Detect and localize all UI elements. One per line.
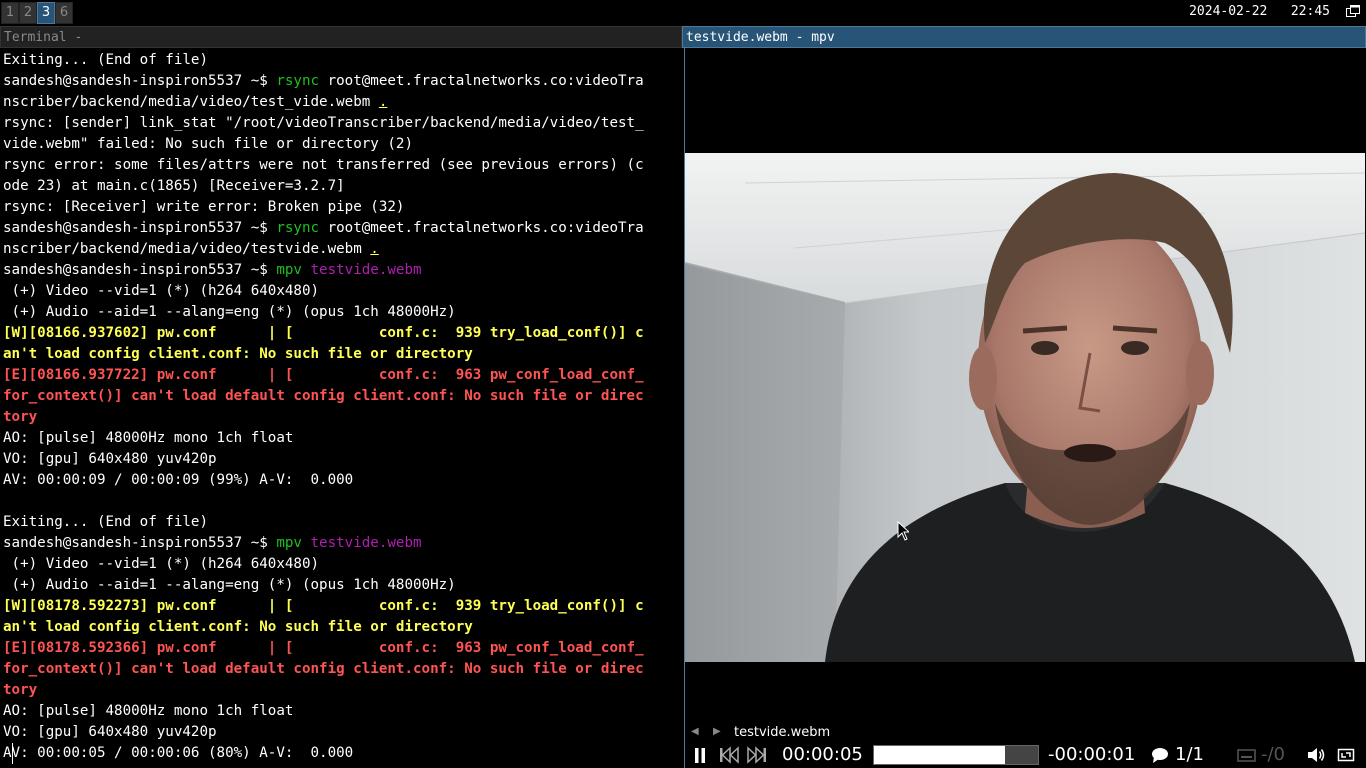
time-current[interactable]: 00:00:05 — [782, 743, 863, 767]
playlist-next-icon[interactable]: ▶ — [713, 726, 721, 737]
command-text: rsync — [276, 73, 320, 89]
terminal-line: sandesh@sandesh-inspiron5537 ~$ mpv test… — [3, 533, 679, 554]
seek-bar[interactable] — [873, 745, 1039, 765]
terminal-line: Exiting... (End of file) — [3, 52, 208, 68]
osc-control-bar: 00:00:05 -00:00:01 1/1 -/0 — [685, 743, 1365, 767]
terminal-line: for_context()] can't load default config… — [3, 661, 644, 677]
terminal-window-title[interactable]: Terminal - — [0, 26, 682, 48]
terminal-output: Exiting... (End of file) sandesh@sandesh-… — [3, 50, 679, 764]
terminal-line: VO: [gpu] 640x480 yuv420p — [3, 724, 217, 740]
terminal-line: tory — [3, 409, 38, 425]
clock: 2024-02-22 22:45 — [1189, 4, 1330, 19]
fullscreen-icon[interactable] — [1337, 743, 1355, 767]
command-args: testvide.webm — [301, 535, 422, 551]
terminal-line: Exiting... (End of file) — [3, 514, 208, 530]
terminal-window[interactable]: Exiting... (End of file) sandesh@sandesh-… — [0, 48, 682, 768]
workspace-button-3[interactable]: 3 — [37, 2, 55, 24]
pause-button[interactable] — [693, 743, 707, 767]
path-dot: . — [370, 241, 379, 257]
terminal-line: [E][08178.592366] pw.conf | [ conf.c: 96… — [3, 640, 644, 656]
prompt-text: sandesh@sandesh-inspiron5537 ~$ — [3, 262, 277, 278]
workspace-button-1[interactable]: 1 — [1, 2, 19, 24]
prompt-text: sandesh@sandesh-inspiron5537 ~$ — [3, 220, 277, 236]
command-text: mpv — [276, 535, 302, 551]
terminal-line: AV: 00:00:09 / 00:00:09 (99%) A-V: 0.000 — [3, 472, 354, 488]
terminal-line: nscriber/backend/media/video/testvide.we… — [3, 239, 679, 260]
terminal-line: nscriber/backend/media/video/test_vide.w… — [3, 92, 679, 113]
volume-icon[interactable] — [1307, 743, 1327, 767]
terminal-line: rsync: [Receiver] write error: Broken pi… — [3, 199, 405, 215]
playlist-prev-icon[interactable]: ◀ — [691, 726, 699, 737]
playlist-title: testvide.webm — [734, 725, 831, 740]
command-text: mpv — [276, 262, 302, 278]
terminal-line: (+) Audio --aid=1 --alang=eng (*) (opus … — [3, 577, 456, 593]
window-tray-icon[interactable] — [1346, 5, 1360, 17]
clock-time: 22:45 — [1290, 4, 1330, 19]
terminal-line: rsync: [sender] link_stat "/root/videoTr… — [3, 115, 644, 131]
terminal-line: sandesh@sandesh-inspiron5537 ~$ mpv test… — [3, 260, 679, 281]
terminal-line: tory — [3, 682, 38, 698]
command-args: root@meet.fractalnetworks.co:videoTra — [319, 220, 644, 236]
command-args: nscriber/backend/media/video/test_vide.w… — [3, 94, 379, 110]
text-cursor: A — [3, 743, 13, 764]
mpv-window-title[interactable]: testvide.webm - mpv — [682, 26, 1366, 48]
prompt-text: sandesh@sandesh-inspiron5537 ~$ — [3, 535, 277, 551]
terminal-line: ode 23) at main.c(1865) [Receiver=3.2.7] — [3, 178, 345, 194]
command-args: testvide.webm — [301, 262, 422, 278]
command-text: rsync — [276, 220, 320, 236]
terminal-line: (+) Video --vid=1 (*) (h264 640x480) — [3, 556, 320, 572]
terminal-line: (+) Video --vid=1 (*) (h264 640x480) — [3, 283, 320, 299]
terminal-line: [W][08178.592273] pw.conf | [ conf.c: 93… — [3, 598, 644, 614]
video-frame[interactable] — [685, 153, 1365, 662]
subtitle-icon[interactable] — [1237, 743, 1257, 767]
subtitle-count[interactable]: -/0 — [1261, 743, 1285, 767]
terminal-line: AV: 00:00:05 / 00:00:06 (80%) A-V: 0.000 — [3, 743, 679, 764]
skip-back-button[interactable] — [719, 743, 739, 767]
terminal-line: (+) Audio --aid=1 --alang=eng (*) (opus … — [3, 304, 456, 320]
command-args: nscriber/backend/media/video/testvide.we… — [3, 241, 371, 257]
terminal-line: rsync error: some files/attrs were not t… — [3, 157, 644, 173]
mouse-pointer-icon — [897, 521, 909, 541]
time-remaining[interactable]: -00:00:01 — [1048, 743, 1135, 767]
chapter-count[interactable]: 1/1 — [1175, 743, 1204, 767]
terminal-line: sandesh@sandesh-inspiron5537 ~$ rsync ro… — [3, 218, 679, 239]
terminal-line: sandesh@sandesh-inspiron5537 ~$ rsync ro… — [3, 71, 679, 92]
line-text: V: 00:00:05 / 00:00:06 (80%) A-V: 0.000 — [11, 745, 354, 761]
terminal-line: vide.webm" failed: No such file or direc… — [3, 136, 413, 152]
workspace-button-2[interactable]: 2 — [19, 2, 37, 24]
clock-date: 2024-02-22 — [1189, 4, 1268, 19]
top-bar: 1 2 3 6 2024-02-22 22:45 — [0, 0, 1366, 26]
skip-forward-button[interactable] — [747, 743, 767, 767]
playlist-row: ◀ ▶ testvide.webm — [685, 723, 1365, 743]
terminal-line: an't load config client.conf: No such fi… — [3, 619, 473, 635]
path-dot: . — [378, 94, 388, 110]
chapter-speech-icon[interactable] — [1151, 743, 1169, 767]
prompt-text: sandesh@sandesh-inspiron5537 ~$ — [3, 73, 277, 89]
terminal-line: for_context()] can't load default config… — [3, 388, 644, 404]
terminal-line: VO: [gpu] 640x480 yuv420p — [3, 451, 217, 467]
workspace-button-6[interactable]: 6 — [55, 2, 73, 24]
seek-bar-fill — [874, 746, 1006, 764]
command-args: root@meet.fractalnetworks.co:videoTra — [319, 73, 644, 89]
terminal-line: [E][08166.937722] pw.conf | [ conf.c: 96… — [3, 367, 644, 383]
terminal-line: AO: [pulse] 48000Hz mono 1ch float — [3, 430, 294, 446]
terminal-line: AO: [pulse] 48000Hz mono 1ch float — [3, 703, 294, 719]
mpv-window[interactable]: ◀ ▶ testvide.webm 00:00:05 -00:00:01 1/1 — [684, 48, 1366, 768]
terminal-line: an't load config client.conf: No such fi… — [3, 346, 473, 362]
terminal-line: [W][08166.937602] pw.conf | [ conf.c: 93… — [3, 325, 644, 341]
